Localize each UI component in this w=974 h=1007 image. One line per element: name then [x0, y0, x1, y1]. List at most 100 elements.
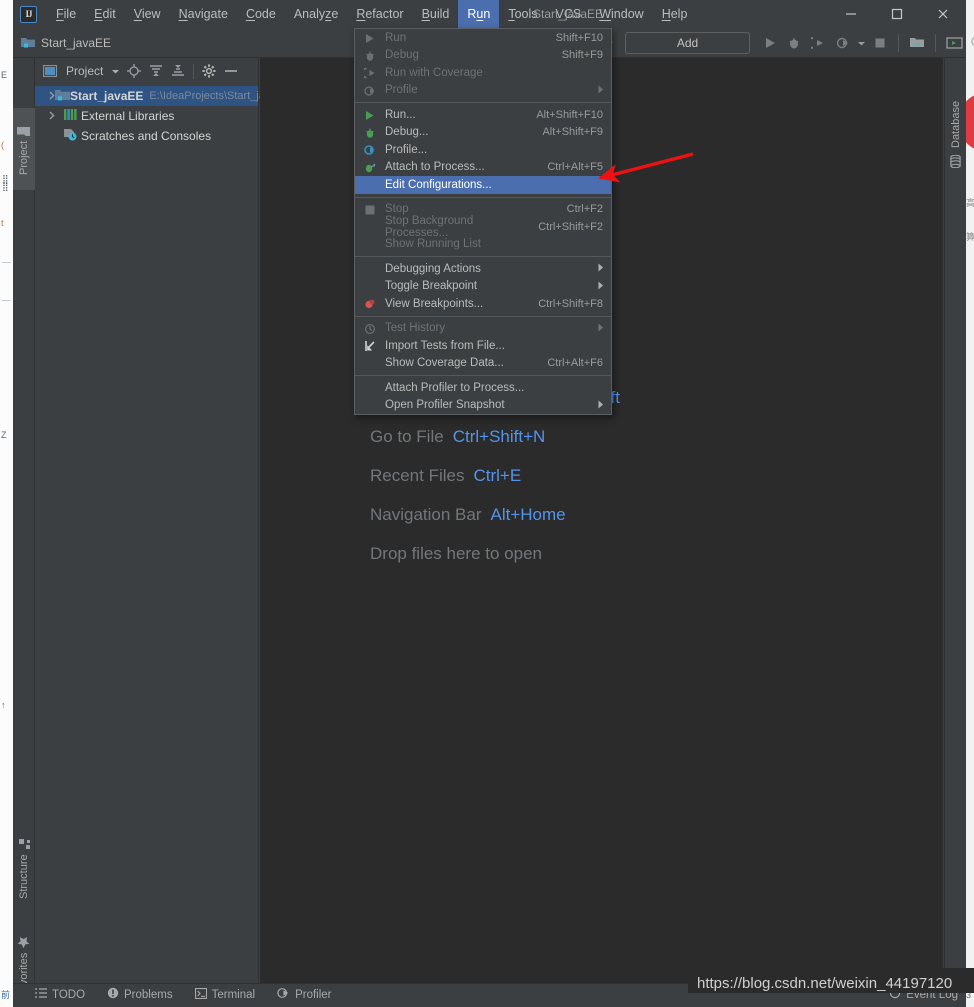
hide-panel-icon[interactable] — [220, 61, 242, 81]
debug-button[interactable] — [782, 30, 806, 56]
search-everywhere-button[interactable] — [966, 30, 974, 56]
menu-item-label: Run with Coverage — [385, 67, 483, 79]
menu-item-shortcut: Ctrl+Alt+F5 — [547, 161, 603, 173]
menu-item-profile[interactable]: Profile — [355, 82, 611, 100]
menu-file[interactable]: File — [47, 0, 85, 28]
menu-item-label: Run... — [385, 109, 416, 121]
tool-window-button-database[interactable]: Database — [945, 88, 967, 180]
project-tab[interactable]: Start_javaEE — [13, 28, 121, 58]
status-bar-terminal[interactable]: Terminal — [195, 988, 255, 1002]
menu-item-test-history[interactable]: Test History — [355, 320, 611, 338]
menu-item-shortcut: Ctrl+F2 — [567, 203, 603, 215]
settings-gear-icon[interactable] — [198, 61, 220, 81]
tool-window-button-structure[interactable]: Structure — [13, 823, 35, 911]
menu-item-edit-configurations[interactable]: Edit Configurations... — [355, 176, 611, 194]
run-button[interactable] — [758, 30, 782, 56]
menu-item-show-running-list[interactable]: Show Running List — [355, 236, 611, 254]
profile-button[interactable] — [831, 30, 855, 56]
project-tool-window: Project — [35, 58, 259, 1005]
chevron-down-icon[interactable] — [855, 30, 868, 56]
menu-item-shortcut: Ctrl+Shift+F8 — [538, 298, 603, 310]
status-bar-todo[interactable]: TODO — [35, 988, 85, 1002]
submenu-arrow-icon — [598, 281, 604, 292]
minimize-button[interactable] — [828, 0, 874, 28]
tree-node-start-javaee[interactable]: Start_javaEEE:\IdeaProjects\Start_javaEE — [35, 86, 258, 106]
menu-item-view-breakpoints[interactable]: View Breakpoints...Ctrl+Shift+F8 — [355, 295, 611, 313]
menu-item-label: Attach to Process... — [385, 161, 485, 173]
tree-node-scratches-and-consoles[interactable]: Scratches and Consoles — [35, 126, 258, 146]
menu-item-show-coverage-data[interactable]: Show Coverage Data...Ctrl+Alt+F6 — [355, 355, 611, 373]
editor-hint-label: Drop files here to open — [370, 544, 542, 564]
menu-item-debug[interactable]: Debug...Alt+Shift+F9 — [355, 124, 611, 142]
menu-item-label: Toggle Breakpoint — [385, 280, 477, 292]
project-view-label[interactable]: Project — [66, 64, 103, 78]
menu-item-label: Profile... — [385, 144, 427, 156]
menu-item-run[interactable]: Run... Alt+Shift+F10 — [355, 106, 611, 124]
menu-analyze[interactable]: Analyze — [285, 0, 347, 28]
menu-item-shortcut: Alt+Shift+F9 — [542, 126, 603, 138]
status-bar-profiler[interactable]: Profiler — [277, 987, 331, 1002]
menu-item-label: Test History — [385, 322, 445, 334]
menu-refactor[interactable]: Refactor — [347, 0, 412, 28]
close-button[interactable] — [920, 0, 966, 28]
status-bar-label: Terminal — [212, 989, 255, 1001]
profiler-icon — [277, 987, 290, 1002]
expand-all-icon[interactable] — [145, 61, 167, 81]
menu-code[interactable]: Code — [237, 0, 285, 28]
menu-item-run-with-coverage[interactable]: Run with Coverage — [355, 64, 611, 82]
menu-item-attach-profiler-to-process[interactable]: Attach Profiler to Process... — [355, 379, 611, 397]
menu-item-import-tests-from-file[interactable]: Import Tests from File... — [355, 337, 611, 355]
menu-edit[interactable]: Edit — [85, 0, 125, 28]
breakpoint-icon — [362, 297, 377, 311]
menu-item-label: Open Profiler Snapshot — [385, 399, 505, 411]
collapse-all-icon[interactable] — [167, 61, 189, 81]
menu-item-debug[interactable]: DebugShift+F9 — [355, 47, 611, 65]
profile-icon — [362, 84, 377, 98]
chevron-right-icon[interactable] — [49, 111, 63, 122]
menu-help[interactable]: Help — [653, 0, 697, 28]
terminal-button[interactable] — [942, 30, 966, 56]
tool-window-button-project[interactable]: Project — [13, 108, 35, 190]
menu-item-stop-background-processes[interactable]: Stop Background Processes...Ctrl+Shift+F… — [355, 218, 611, 236]
left-tool-stripe: ProjectStructureFavorites — [13, 58, 35, 1005]
menu-item-shortcut: Ctrl+Alt+F6 — [547, 357, 603, 369]
chevron-down-icon[interactable] — [107, 61, 123, 81]
structure-icon — [18, 835, 30, 850]
menu-item-debugging-actions[interactable]: Debugging Actions — [355, 260, 611, 278]
background-glyph: 高 — [966, 196, 974, 209]
tree-node-external-libraries[interactable]: External Libraries — [35, 106, 258, 126]
menu-item-run[interactable]: RunShift+F10 — [355, 29, 611, 47]
run-with-coverage-button[interactable] — [806, 30, 830, 56]
background-dots: ⣿⣿ — [2, 176, 9, 190]
ide-window: IJ FileEditViewNavigateCodeAnalyzeRefact… — [13, 0, 966, 1007]
run-menu-dropdown[interactable]: RunShift+F10DebugShift+F9 Run with Covera… — [354, 28, 612, 415]
history-icon — [362, 322, 377, 336]
maximize-button[interactable] — [874, 0, 920, 28]
menu-item-toggle-breakpoint[interactable]: Toggle Breakpoint — [355, 278, 611, 296]
menu-navigate[interactable]: Navigate — [170, 0, 237, 28]
menu-build[interactable]: Build — [413, 0, 459, 28]
project-view-icon — [39, 61, 61, 81]
editor-hint-shortcut: Ctrl+E — [473, 466, 521, 486]
add-configuration-button[interactable]: Add Configuration... — [625, 32, 750, 54]
status-bar-label: Profiler — [295, 989, 331, 1001]
menu-item-label: Stop — [385, 203, 409, 215]
stop-button[interactable] — [868, 30, 892, 56]
import-tests-icon — [362, 339, 377, 353]
menu-separator — [355, 256, 611, 257]
menu-item-attach-to-process[interactable]: Attach to Process... Ctrl+Alt+F5 — [355, 159, 611, 177]
menu-item-open-profiler-snapshot[interactable]: Open Profiler Snapshot — [355, 397, 611, 415]
project-structure-button[interactable] — [905, 30, 929, 56]
status-bar-problems[interactable]: Problems — [107, 987, 173, 1002]
tree-node-label: Scratches and Consoles — [81, 129, 211, 143]
menu-item-shortcut: Alt+Shift+F10 — [536, 109, 603, 121]
editor-hint-label: Go to File — [370, 427, 444, 447]
run-icon — [362, 31, 377, 45]
menu-item-profile[interactable]: Profile... — [355, 141, 611, 159]
locate-icon[interactable] — [123, 61, 145, 81]
menu-run[interactable]: Run — [458, 0, 499, 28]
right-tool-stripe: Database — [944, 58, 966, 1005]
project-folder-icon — [21, 36, 35, 51]
menu-view[interactable]: View — [125, 0, 170, 28]
project-tree: Start_javaEEE:\IdeaProjects\Start_javaEE… — [35, 84, 258, 146]
